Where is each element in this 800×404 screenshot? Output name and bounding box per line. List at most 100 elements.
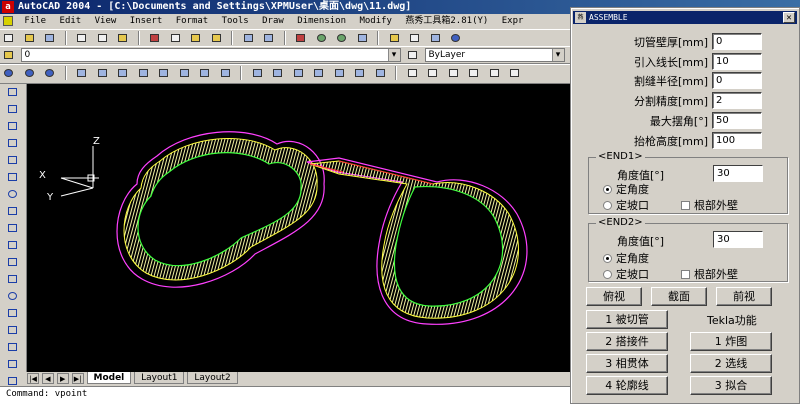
point-icon[interactable] (5, 306, 22, 320)
command-line[interactable]: Command: vpoint (0, 386, 570, 404)
menu-file[interactable]: File (20, 16, 50, 26)
cut-pipe-button[interactable]: 1 被切管 (586, 310, 668, 329)
cone-icon[interactable] (466, 66, 481, 80)
end1-fixed-angle-radio[interactable]: 定角度 (603, 181, 649, 197)
torus-icon[interactable] (507, 66, 522, 80)
print-icon[interactable] (74, 31, 89, 45)
menu-express[interactable]: Expr (498, 16, 528, 26)
drawing-canvas[interactable]: X Y Z (27, 84, 570, 372)
end2-fixed-bevel-radio[interactable]: 定坡口 (603, 266, 649, 282)
orbit-icon[interactable] (1, 66, 16, 80)
first-tab-button[interactable]: |◀ (27, 373, 39, 384)
publish-icon[interactable] (115, 31, 130, 45)
design-center-icon[interactable] (407, 31, 422, 45)
linetype-dropdown[interactable]: ByLayer (424, 48, 565, 62)
undo-icon[interactable] (241, 31, 256, 45)
insert-block-icon[interactable] (5, 272, 22, 286)
print-preview-icon[interactable] (95, 31, 110, 45)
spline-icon[interactable] (5, 221, 22, 235)
region-icon[interactable] (5, 340, 22, 354)
kerf-radius-input[interactable]: 0 (712, 72, 762, 89)
circle-icon[interactable] (5, 187, 22, 201)
front-view-button[interactable]: 前视 (716, 287, 772, 306)
weld-part-button[interactable]: 2 搭接件 (586, 332, 668, 351)
properties-icon[interactable] (387, 31, 402, 45)
view-front-icon[interactable] (332, 66, 347, 80)
cylinder-icon[interactable] (446, 66, 461, 80)
max-swing-angle-input[interactable]: 50 (712, 112, 762, 129)
line-icon[interactable] (5, 85, 22, 99)
hatch-icon[interactable] (5, 323, 22, 337)
wedge-icon[interactable] (487, 66, 502, 80)
view-back-icon[interactable] (352, 66, 367, 80)
end2-angle-input[interactable]: 30 (713, 231, 763, 248)
torch-lift-height-input[interactable]: 100 (712, 132, 762, 149)
color-control-icon[interactable] (405, 48, 420, 62)
arc-icon[interactable] (5, 170, 22, 184)
menu-format[interactable]: Format (172, 16, 213, 26)
zoom-realtime-icon[interactable] (314, 31, 329, 45)
layer-dropdown[interactable]: 0 (20, 48, 401, 62)
menu-edit[interactable]: Edit (56, 16, 86, 26)
redo-icon[interactable] (261, 31, 276, 45)
intersect-body-button[interactable]: 3 相贯体 (586, 354, 668, 373)
make-block-icon[interactable] (5, 289, 22, 303)
tool-palettes-icon[interactable] (428, 31, 443, 45)
last-tab-button[interactable]: ▶| (71, 373, 84, 384)
menu-dimension[interactable]: Dimension (293, 16, 350, 26)
save-icon[interactable] (42, 31, 57, 45)
menu-tools[interactable]: Tools (218, 16, 253, 26)
revision-cloud-icon[interactable] (5, 204, 22, 218)
rectangle-icon[interactable] (5, 153, 22, 167)
zoom-previous-icon[interactable] (355, 31, 370, 45)
next-tab-button[interactable]: ▶ (56, 373, 69, 384)
new-file-icon[interactable] (1, 31, 16, 45)
ucs-icon[interactable] (74, 66, 89, 80)
menu-draw[interactable]: Draw (258, 16, 288, 26)
view-top-icon[interactable] (250, 66, 265, 80)
contour-button[interactable]: 4 轮廓线 (586, 376, 668, 395)
view-right-icon[interactable] (311, 66, 326, 80)
paste-icon[interactable] (188, 31, 203, 45)
ellipse-icon[interactable] (5, 238, 22, 252)
view-bottom-icon[interactable] (270, 66, 285, 80)
end1-angle-input[interactable]: 30 (713, 165, 763, 182)
lead-in-length-input[interactable]: 10 (712, 53, 762, 70)
menu-view[interactable]: View (91, 16, 121, 26)
end2-fixed-angle-radio[interactable]: 定角度 (603, 250, 649, 266)
tab-layout1[interactable]: Layout1 (134, 372, 185, 384)
menu-modify[interactable]: Modify (355, 16, 396, 26)
ucs-object-icon[interactable] (177, 66, 192, 80)
palette-title-bar[interactable]: 燕 ASSEMBLE ✕ (573, 11, 797, 24)
copy-icon[interactable] (168, 31, 183, 45)
view-left-icon[interactable] (291, 66, 306, 80)
wall-thickness-input[interactable]: 0 (712, 33, 762, 50)
menu-insert[interactable]: Insert (126, 16, 167, 26)
construction-line-icon[interactable] (5, 102, 22, 116)
zoom-window-icon[interactable] (334, 31, 349, 45)
top-view-button[interactable]: 俯视 (586, 287, 642, 306)
end2-root-outer-checkbox[interactable]: 根部外壁 (681, 266, 738, 282)
pan-icon[interactable] (293, 31, 308, 45)
open-file-icon[interactable] (22, 31, 37, 45)
select-line-button[interactable]: 2 选线 (690, 354, 772, 373)
tab-layout2[interactable]: Layout2 (187, 372, 238, 384)
section-view-button[interactable]: 截面 (651, 287, 707, 306)
table-icon[interactable] (5, 357, 22, 371)
close-icon[interactable]: ✕ (783, 12, 795, 23)
polygon-icon[interactable] (5, 136, 22, 150)
explode-button[interactable]: 1 炸图 (690, 332, 772, 351)
match-properties-icon[interactable] (209, 31, 224, 45)
menu-yanxiu-toolbox[interactable]: 燕秀工具箱2.81(Y) (401, 16, 492, 26)
ucs-face-icon[interactable] (197, 66, 212, 80)
prev-tab-button[interactable]: ◀ (41, 373, 54, 384)
box-icon[interactable] (405, 66, 420, 80)
orbit-free-icon[interactable] (22, 66, 37, 80)
ucs-z-axis-icon[interactable] (136, 66, 151, 80)
sphere-icon[interactable] (425, 66, 440, 80)
polyline-icon[interactable] (5, 119, 22, 133)
end1-root-outer-checkbox[interactable]: 根部外壁 (681, 197, 738, 213)
tab-model[interactable]: Model (86, 372, 132, 384)
split-precision-input[interactable]: 2 (712, 92, 762, 109)
help-icon[interactable] (448, 31, 463, 45)
